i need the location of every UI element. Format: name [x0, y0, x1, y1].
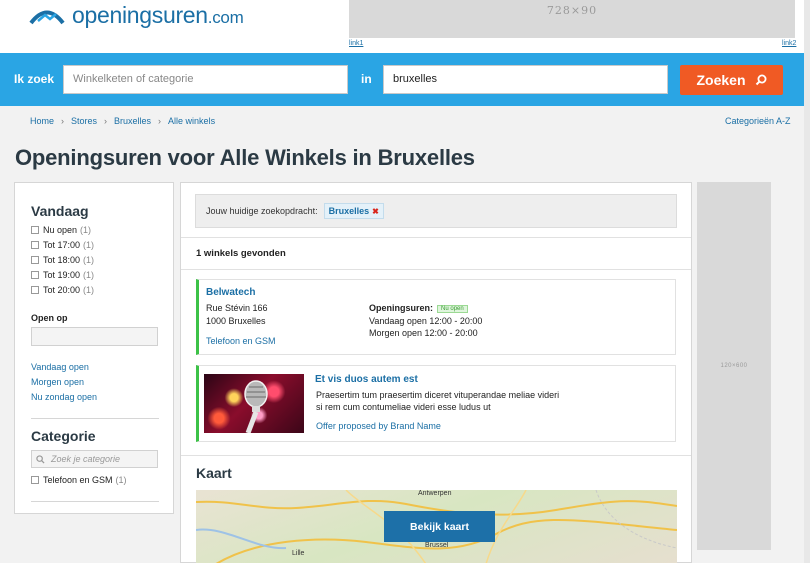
hours-label: Openingsuren: Nu open	[369, 303, 468, 313]
divider	[31, 418, 159, 419]
open-op-date-input[interactable]	[31, 327, 158, 346]
search-button[interactable]: Zoeken	[680, 65, 783, 95]
checkbox[interactable]	[31, 476, 39, 484]
filter-sidebar: Vandaag Nu open (1) Tot 17:00 (1) Tot 18:0…	[14, 182, 174, 514]
current-query-label: Jouw huidige zoekopdracht:	[206, 206, 318, 216]
categories-az-link[interactable]: Categorieën A-Z	[725, 116, 791, 126]
vandaag-heading: Vandaag	[31, 203, 89, 219]
search-icon	[36, 454, 45, 464]
status-badge: Nu open	[437, 305, 468, 313]
page-title: Openingsuren voor Alle Winkels in Bruxel…	[15, 145, 475, 170]
hours-tomorrow: Morgen open 12:00 - 20:00	[369, 328, 478, 338]
divider	[181, 237, 691, 238]
filter-tot-1900[interactable]: Tot 19:00 (1)	[31, 270, 94, 280]
view-map-button[interactable]: Bekijk kaart	[384, 511, 495, 542]
what-search-input[interactable]: Winkelketen of categorie	[63, 65, 348, 94]
promo-text-line2: si rem cum contumeliae videri esse ludus…	[316, 402, 491, 412]
chevron-right-icon: ›	[104, 116, 108, 126]
filter-tot-1800[interactable]: Tot 18:00 (1)	[31, 255, 94, 265]
category-search-input[interactable]: Zoek je categorie	[31, 450, 158, 468]
open-op-label: Open op	[31, 313, 68, 323]
microphone-icon	[244, 380, 268, 433]
current-query-bar: Jouw huidige zoekopdracht: Bruxelles ✖	[195, 194, 677, 228]
side-ad-banner[interactable]: 120×600	[697, 182, 771, 550]
site-logo[interactable]: openingsuren.com	[28, 2, 244, 29]
search-icon	[755, 74, 766, 86]
promo-brand-link[interactable]: Offer proposed by Brand Name	[316, 421, 441, 431]
query-tag[interactable]: Bruxelles ✖	[323, 203, 384, 219]
map-label-antwerpen: Antwerpen	[418, 490, 452, 497]
in-label: in	[361, 72, 372, 86]
map-label-lille: Lille	[292, 550, 305, 557]
where-search-input[interactable]: bruxelles	[383, 65, 668, 94]
logo-icon	[29, 10, 65, 24]
kaart-heading: Kaart	[196, 465, 232, 481]
promo-image[interactable]	[204, 374, 304, 433]
ad-link-2[interactable]: link2	[782, 40, 796, 47]
scrollbar[interactable]	[804, 0, 810, 563]
store-address-line2: 1000 Bruxelles	[206, 316, 266, 326]
checkbox[interactable]	[31, 271, 39, 279]
categorie-heading: Categorie	[31, 428, 96, 444]
map-label-brussel: Brussel	[425, 542, 449, 549]
ik-zoek-label: Ik zoek	[14, 72, 55, 86]
results-panel: Jouw huidige zoekopdracht: Bruxelles ✖ 1 …	[180, 182, 692, 563]
top-ad-banner[interactable]: 728×90	[349, 0, 795, 38]
site-header: openingsuren.com 728×90 link1 link2	[0, 0, 810, 53]
search-bar: Ik zoek Winkelketen of categorie in brux…	[0, 53, 810, 106]
divider	[31, 501, 159, 502]
store-address-line1: Rue Stévin 166	[206, 303, 268, 313]
filter-tot-1700[interactable]: Tot 17:00 (1)	[31, 240, 94, 250]
morgen-open-link[interactable]: Morgen open	[31, 377, 84, 387]
promo-text-line1: Praesertim tum praesertim diceret vitupe…	[316, 390, 560, 400]
filter-nu-open[interactable]: Nu open (1)	[31, 225, 91, 235]
zondag-open-link[interactable]: Nu zondag open	[31, 392, 97, 402]
checkbox[interactable]	[31, 241, 39, 249]
checkbox[interactable]	[31, 226, 39, 234]
breadcrumb: Home › Stores › Bruxelles › Alle winkels	[30, 116, 215, 126]
promo-card: Et vis duos autem est Praesertim tum pra…	[196, 365, 676, 442]
store-name-link[interactable]: Belwatech	[206, 287, 255, 298]
store-card: Belwatech Rue Stévin 166 1000 Bruxelles …	[196, 279, 676, 355]
ad-link-1[interactable]: link1	[349, 40, 363, 47]
results-count: 1 winkels gevonden	[196, 248, 286, 259]
filter-category-telefoon[interactable]: Telefoon en GSM (1)	[31, 475, 127, 485]
divider	[181, 269, 691, 270]
hours-today: Vandaag open 12:00 - 20:00	[369, 316, 483, 326]
chevron-right-icon: ›	[61, 116, 65, 126]
logo-text: openingsuren.com	[72, 2, 244, 28]
store-category-link[interactable]: Telefoon en GSM	[206, 336, 276, 346]
vandaag-open-link[interactable]: Vandaag open	[31, 362, 89, 372]
breadcrumb-current[interactable]: Alle winkels	[168, 116, 215, 126]
promo-title-link[interactable]: Et vis duos autem est	[315, 374, 418, 385]
breadcrumb-home[interactable]: Home	[30, 116, 54, 126]
close-icon[interactable]: ✖	[372, 207, 379, 216]
divider	[181, 455, 691, 456]
chevron-right-icon: ›	[158, 116, 162, 126]
breadcrumb-stores[interactable]: Stores	[71, 116, 97, 126]
filter-tot-2000[interactable]: Tot 20:00 (1)	[31, 285, 94, 295]
search-button-label: Zoeken	[696, 72, 746, 88]
breadcrumb-city[interactable]: Bruxelles	[114, 116, 151, 126]
checkbox[interactable]	[31, 286, 39, 294]
map-preview[interactable]: Antwerpen Brussel Lille Bekijk kaart	[196, 490, 677, 563]
checkbox[interactable]	[31, 256, 39, 264]
